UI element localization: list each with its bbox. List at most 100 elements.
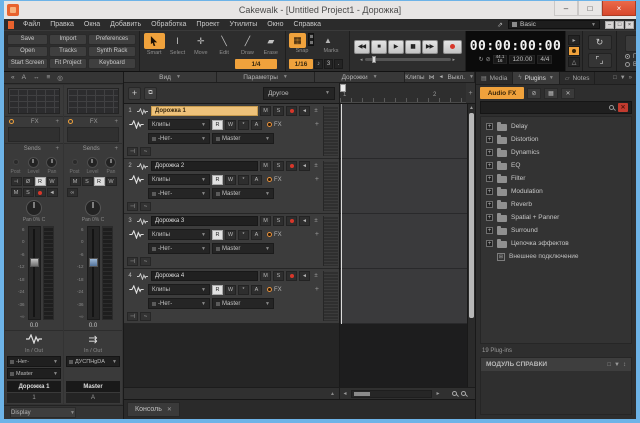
menu-help[interactable]: Справка — [289, 21, 326, 28]
speaker-icon[interactable]: ◄ — [439, 74, 444, 80]
tree-folder[interactable]: +EQ — [481, 159, 631, 172]
options-menu[interactable]: Параметры▼ — [217, 72, 315, 82]
dock-icon[interactable]: □ — [613, 75, 617, 81]
clip-lane[interactable] — [340, 269, 467, 324]
scroll-up-icon[interactable]: ▲ — [469, 105, 474, 111]
fx-settings-icon[interactable]: ⊘ — [527, 88, 541, 99]
tab-notes[interactable]: ▱Notes — [560, 72, 596, 84]
read-button[interactable]: R — [35, 177, 46, 186]
arm-button[interactable] — [286, 106, 297, 116]
write-button[interactable]: W — [106, 177, 117, 186]
output-select[interactable]: Master▼ — [7, 368, 61, 379]
fx-rack[interactable]: FX — [267, 232, 282, 238]
close-tab-icon[interactable]: ✕ — [167, 406, 172, 413]
scrollbar-thumb[interactable] — [469, 113, 474, 318]
audio-fx-button[interactable]: Audio FX — [480, 87, 524, 99]
track-name[interactable]: Дорожка 2 — [151, 161, 258, 171]
track-name[interactable]: Дорожка 1 — [151, 106, 258, 116]
fx-rack[interactable]: FX — [267, 122, 282, 128]
time-display[interactable]: 00:00:00:00 — [470, 39, 562, 54]
fader-handle[interactable] — [30, 258, 39, 267]
zoom-in-icon[interactable] — [461, 391, 466, 396]
add-fx-icon[interactable]: + — [315, 286, 320, 293]
widen-icon[interactable]: ↔ — [33, 74, 40, 81]
layout-icon[interactable]: ▦ — [544, 88, 558, 99]
tool-smart[interactable]: Smart — [143, 33, 165, 69]
export-project-radio[interactable]: Проект — [625, 54, 636, 60]
snap-dot-value[interactable]: . — [334, 59, 343, 69]
mute-button[interactable]: M — [260, 216, 271, 226]
time-signature[interactable]: 4/4 — [537, 55, 552, 64]
add-fx-icon[interactable]: + — [315, 176, 320, 183]
archive-button[interactable]: A — [251, 175, 262, 185]
track-row[interactable]: 3 Дорожка 3 M S ◄ ± Кли — [124, 214, 339, 269]
send-pan-knob[interactable] — [46, 157, 57, 168]
edit-filter-select[interactable]: Клипы▼ — [148, 284, 210, 295]
expand-plus-icon[interactable]: + — [486, 188, 493, 195]
keyboard-button[interactable]: Keyboard — [88, 58, 136, 69]
dock-icon[interactable]: □ — [607, 362, 611, 368]
collapse-icon[interactable]: « — [11, 74, 15, 81]
expand-plus-icon[interactable]: + — [486, 201, 493, 208]
zoom-out-icon[interactable] — [452, 391, 457, 396]
expand-plus-icon[interactable]: + — [486, 123, 493, 130]
tree-folder[interactable]: +Surround — [481, 224, 631, 237]
tree-folder[interactable]: +Distortion — [481, 133, 631, 146]
freeze-icon[interactable]: * — [238, 285, 249, 295]
menu-file[interactable]: Файл — [18, 21, 45, 28]
rewind-button[interactable]: ◀◀ — [354, 40, 370, 54]
close-button[interactable]: × — [602, 1, 636, 16]
write-button[interactable]: W — [225, 175, 236, 185]
draw-resolution-chip[interactable]: 1/4 — [235, 59, 277, 69]
metronome-button[interactable]: △ — [568, 57, 580, 67]
collapse-all-icon[interactable]: ▲ — [330, 391, 335, 397]
scrub-icon[interactable]: ⊘ — [486, 56, 491, 63]
marks-tool-icon[interactable]: ▲ — [320, 33, 336, 48]
tree-item-external[interactable]: ⊞Внешнее подключение — [481, 250, 631, 263]
expand-plus-icon[interactable]: + — [486, 214, 493, 221]
edit-filter-select[interactable]: Клипы▼ — [148, 119, 210, 130]
crossfade-icon[interactable]: ⋈ — [429, 74, 435, 81]
solo-button[interactable]: S — [273, 216, 284, 226]
slider-thumb[interactable] — [372, 56, 376, 63]
mute-button[interactable]: M — [260, 106, 271, 116]
solo-button[interactable]: S — [82, 177, 93, 186]
display-select[interactable]: Display▼ — [10, 407, 76, 418]
tracks-empty-area[interactable] — [124, 324, 339, 387]
freeze-icon[interactable]: * — [238, 120, 249, 130]
expand-arrow-icon[interactable]: ⇗ — [497, 21, 503, 29]
collapse-icon[interactable]: ↕ — [623, 362, 626, 368]
view-menu[interactable]: Вид▼ — [124, 72, 217, 82]
input-echo-button[interactable]: ◄ — [299, 271, 310, 281]
expand-icon[interactable]: ± — [312, 108, 320, 114]
loop-button[interactable]: ↻ — [588, 35, 612, 50]
add-lane-icon[interactable]: + — [466, 83, 475, 103]
track-row[interactable]: 1 Дорожка 1 M S ◄ ± Кли — [124, 104, 339, 159]
track-name[interactable]: Дорожка 3 — [151, 216, 258, 226]
menu-project[interactable]: Проект — [191, 21, 224, 28]
expand-icon[interactable]: ± — [312, 163, 320, 169]
tree-folder[interactable]: +Delay — [481, 120, 631, 133]
fit-project-button[interactable]: Fit Project — [49, 58, 87, 69]
add-fx-icon[interactable]: + — [315, 121, 320, 128]
solo-button[interactable]: S — [273, 161, 284, 171]
write-button[interactable]: W — [225, 230, 236, 240]
mdi-restore-button[interactable]: □ — [615, 21, 624, 29]
record-button[interactable] — [443, 40, 462, 54]
mdi-minimize-button[interactable]: – — [605, 21, 614, 29]
expand-icon[interactable]: ± — [312, 273, 320, 279]
go-end-icon[interactable]: ▸ — [453, 57, 456, 63]
fx-rack[interactable]: FX — [267, 287, 282, 293]
now-time-marker[interactable] — [340, 84, 346, 92]
timeline-ruler[interactable]: 1 2 — [340, 83, 466, 103]
input-echo-button[interactable]: ⊣ — [11, 177, 22, 186]
go-start-icon[interactable]: ◂ — [360, 57, 363, 63]
snap-resolution-chip[interactable]: 1/16 — [289, 59, 313, 69]
export-selection-radio[interactable]: Выделенное — [625, 62, 636, 68]
clip-lane[interactable] — [340, 104, 467, 159]
add-fx-icon[interactable]: + — [114, 119, 118, 125]
mute-button[interactable]: M — [260, 161, 271, 171]
pan-knob[interactable] — [85, 200, 101, 216]
post-toggle[interactable] — [72, 159, 78, 165]
output-select[interactable]: Master▼ — [212, 133, 274, 144]
